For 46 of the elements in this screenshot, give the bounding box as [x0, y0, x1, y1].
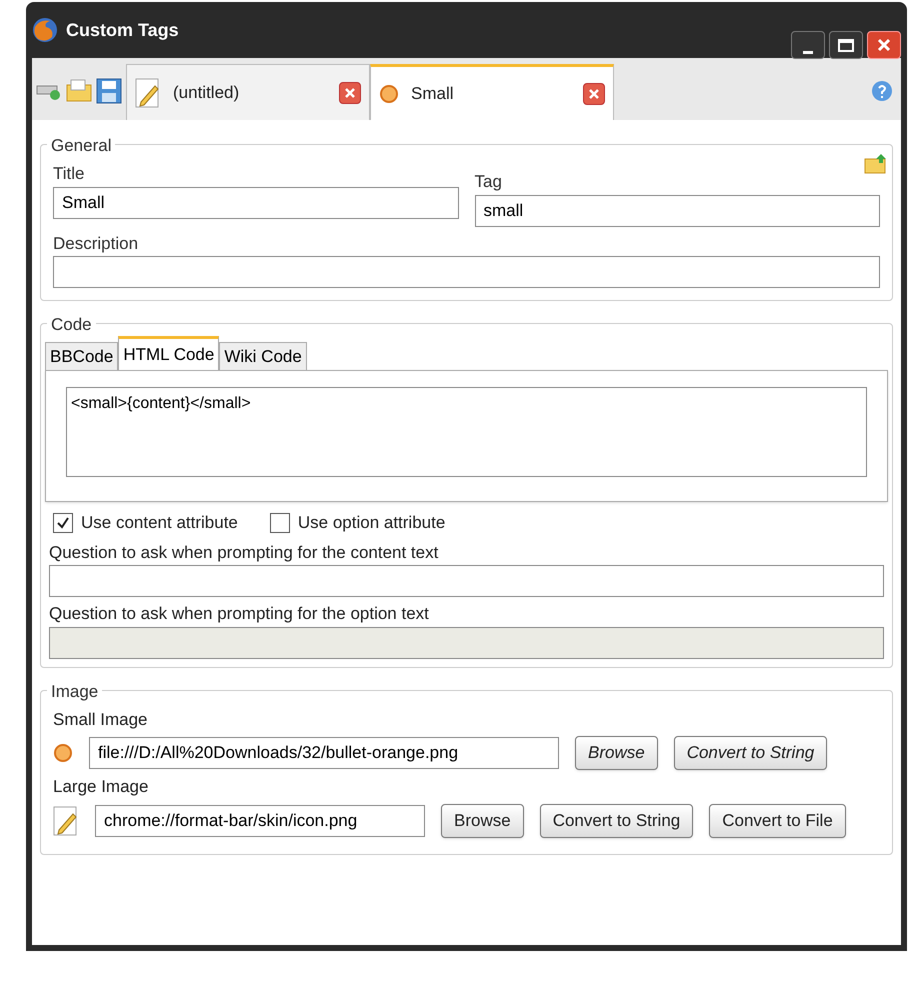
- image-button[interactable]: Convert to String: [674, 736, 828, 770]
- pencil-page-icon: [135, 78, 161, 108]
- help-icon[interactable]: [871, 80, 893, 102]
- folder-up-icon[interactable]: [864, 153, 888, 175]
- close-button[interactable]: [867, 31, 901, 59]
- minimize-button[interactable]: [791, 31, 825, 59]
- description-field[interactable]: [53, 256, 880, 288]
- title-field[interactable]: Small: [53, 186, 458, 218]
- close-icon: [877, 38, 891, 52]
- field-label: Description: [53, 232, 140, 254]
- field-label: Large Image: [53, 776, 150, 798]
- code-tab[interactable]: HTML Code: [118, 336, 220, 370]
- pencil-page-icon: [53, 806, 79, 836]
- field-label: Small Image: [53, 708, 148, 730]
- field-label: Question to ask when prompting for the content text: [49, 542, 440, 564]
- field-label: Question to ask when prompting for the option text: [49, 603, 430, 625]
- bullet-icon: [53, 743, 73, 763]
- checkbox[interactable]: [270, 512, 290, 533]
- question-field[interactable]: [49, 565, 884, 597]
- code-tab[interactable]: BBCode: [45, 342, 118, 370]
- image-button[interactable]: Browse: [441, 804, 524, 838]
- bullet-icon: [379, 84, 399, 104]
- field-label: Title: [53, 163, 86, 185]
- code-tab[interactable]: Wiki Code: [219, 342, 307, 370]
- image-button[interactable]: Convert to String: [540, 804, 694, 838]
- window-title: Custom Tags: [66, 18, 179, 42]
- field-label: Tag: [474, 171, 503, 193]
- checkbox-label: Use content attribute: [81, 512, 238, 534]
- document-tab[interactable]: (untitled): [126, 64, 370, 120]
- checkbox-label: Use option attribute: [298, 512, 446, 534]
- fox-globe-icon: [32, 17, 58, 43]
- image-button[interactable]: Convert to File: [709, 804, 846, 838]
- image-path-field[interactable]: file:///D:/All%20Downloads/32/bullet-orange.png: [89, 737, 559, 769]
- image-path-field[interactable]: chrome://format-bar/skin/icon.png: [95, 804, 425, 836]
- maximize-button[interactable]: [829, 31, 863, 59]
- close-icon: [588, 88, 600, 100]
- code-editor[interactable]: <small>{content}</small>: [66, 387, 867, 477]
- close-icon: [344, 86, 356, 98]
- close-tab-button[interactable]: [339, 82, 361, 104]
- image-button[interactable]: Browse: [575, 736, 658, 770]
- checkbox[interactable]: [53, 512, 73, 533]
- document-tab[interactable]: Small: [370, 64, 614, 120]
- check-icon: [56, 516, 70, 530]
- save-icon[interactable]: [96, 78, 122, 104]
- close-tab-button[interactable]: [583, 82, 605, 104]
- tag-field[interactable]: small: [474, 194, 880, 226]
